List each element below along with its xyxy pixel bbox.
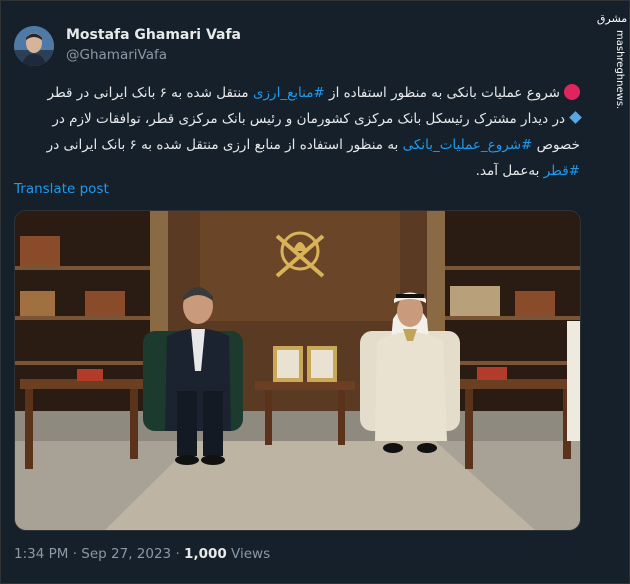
tweet-date[interactable]: Sep 27, 2023 — [81, 546, 171, 562]
tweet-text-segment: منتقل شده به ۶ بانک ایرانی در قطر — [47, 85, 249, 101]
tweet-text-segment: به‌عمل آمد. — [475, 163, 540, 179]
hashtag-link[interactable]: #شروع_عملیات_بانکی — [403, 137, 533, 153]
tweet-text-segment: در دیدار مشترک رئیسکل بانک مرکزی کشورمان… — [52, 111, 565, 127]
watermark-site: mashreghnews.ir — [614, 30, 625, 108]
hashtag-link[interactable]: #منابع_ارزی — [253, 85, 325, 101]
author-name[interactable]: Mostafa Ghamari Vafa — [66, 27, 241, 43]
tweet-text-segment: شروع عملیات بانکی به منظور استفاده از — [329, 85, 560, 101]
meta-separator: · — [175, 546, 180, 562]
red-circle-icon — [564, 84, 580, 100]
tweet-line-3: خصوص #شروع_عملیات_بانکی به منظور استفاده… — [14, 132, 580, 158]
tweet-text-segment: خصوص — [536, 137, 580, 153]
views-count: 1,000 — [184, 546, 227, 562]
tweet-line-1: شروع عملیات بانکی به منظور استفاده از #م… — [14, 80, 580, 106]
tweet-text-segment: به منظور استفاده از منابع ارزی منتقل شده… — [46, 137, 399, 153]
avatar[interactable] — [14, 26, 54, 66]
tweet-time[interactable]: 1:34 PM — [14, 546, 68, 562]
author-handle[interactable]: @GhamariVafa — [66, 47, 167, 63]
mashregh-watermark: مشرق mashreghnews.ir — [597, 8, 627, 117]
blue-diamond-icon — [569, 111, 582, 124]
meta-separator: · — [72, 546, 77, 562]
tweet-text: شروع عملیات بانکی به منظور استفاده از #م… — [14, 80, 582, 184]
tweet-line-2: در دیدار مشترک رئیسکل بانک مرکزی کشورمان… — [14, 106, 582, 132]
translate-post-link[interactable]: Translate post — [14, 181, 109, 197]
tweet-photo[interactable] — [14, 210, 581, 531]
tweet-meta: 1:34 PM · Sep 27, 2023 · 1,000 Views — [14, 546, 270, 562]
hashtag-link[interactable]: #قطر — [544, 163, 580, 179]
views-label: Views — [231, 546, 271, 562]
watermark-brand: مشرق — [597, 12, 627, 25]
